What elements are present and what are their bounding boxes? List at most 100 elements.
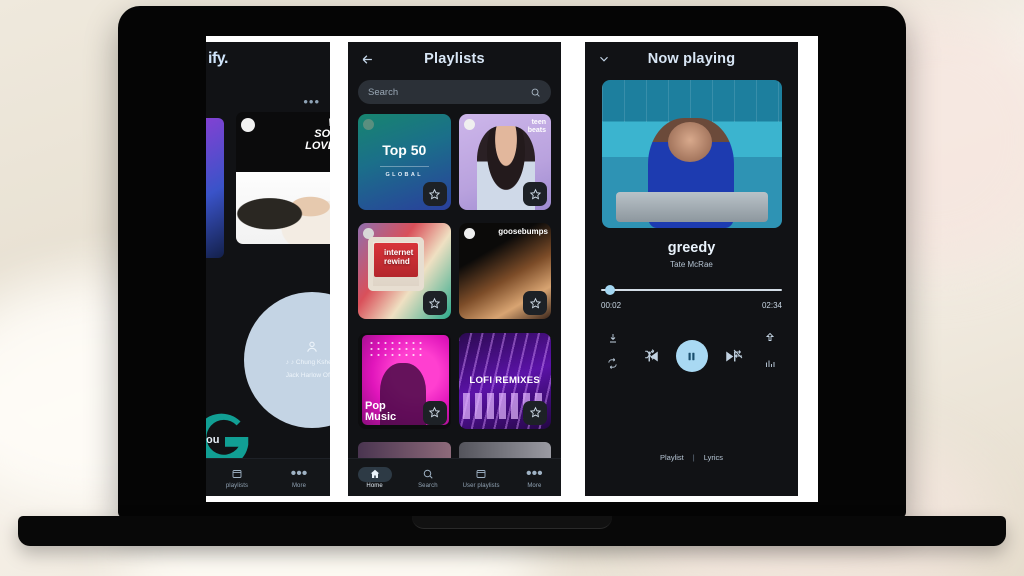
favorite-button[interactable] [422, 182, 447, 206]
playlist-card-title: Top 50 [382, 142, 427, 158]
tab-separator: | [692, 453, 695, 462]
current-time: 00:02 [601, 301, 622, 310]
playlist-card[interactable]: goosebumps [458, 223, 551, 320]
playlist-card-title: LOFI REMIXES [469, 374, 541, 386]
search-input[interactable] [368, 86, 524, 98]
nav-item-home[interactable]: Home [348, 466, 401, 489]
window-icon [469, 467, 493, 482]
favorite-button[interactable] [523, 182, 547, 206]
carousel-peek-card[interactable] [206, 118, 224, 258]
app-logo: ify. [208, 50, 228, 67]
time-row: 00:02 02:34 [601, 301, 782, 310]
star-icon [529, 406, 541, 418]
chevron-down-icon[interactable] [595, 50, 613, 68]
progress-handle[interactable] [604, 285, 615, 295]
window-icon [225, 467, 249, 482]
star-icon [529, 297, 541, 309]
share-icon[interactable] [764, 332, 776, 344]
playlist-card[interactable]: LOFI REMIXES [458, 332, 551, 429]
laptop-base [18, 516, 1006, 546]
progress-track [601, 289, 782, 291]
circular-promo-line2: Jack Harlow Offi... [285, 372, 330, 379]
bottom-navigation-playlists: Home Search User playlists ••• More [348, 458, 561, 496]
previous-icon[interactable] [645, 348, 662, 365]
favorite-button[interactable] [523, 400, 547, 425]
circular-promo-line1: ♪ ♪ Chung Kshei ♪ [285, 359, 330, 367]
featured-card[interactable]: WED SONGS LOVE SO [236, 112, 330, 244]
player-tabs: Playlist | Lyrics [585, 453, 798, 462]
divider [380, 166, 429, 167]
playlist-card-title: teen beats [527, 119, 546, 135]
nav-label: playlists [225, 482, 249, 489]
tab-playlist[interactable]: Playlist [660, 453, 684, 462]
player-controls [585, 330, 798, 386]
star-icon [428, 188, 441, 200]
nav-label: User playlists [462, 482, 500, 489]
laptop-mockup: ify. ••• WED SONGS LOVE SO [0, 0, 1024, 576]
playlist-grid: Top 50 GLOBAL teen beats internet rewind… [358, 114, 551, 434]
source-badge-icon [463, 119, 475, 130]
nav-item-playlists[interactable]: playlists [206, 467, 268, 489]
ellipsis-icon: ••• [290, 465, 308, 482]
featured-card-text: WED SONGS LOVE SO [305, 117, 330, 152]
album-artwork[interactable] [601, 80, 782, 228]
playlist-card[interactable]: internet rewind [358, 223, 451, 320]
screen-playlists: Playlists Top 50 GL [348, 42, 561, 496]
playlist-card[interactable]: Top 50 GLOBAL [358, 114, 451, 210]
nav-item-more[interactable]: ••• More [508, 465, 561, 489]
nav-item-more[interactable]: ••• More [268, 465, 330, 489]
artwork-decor [601, 80, 782, 122]
ellipsis-icon[interactable]: ••• [303, 94, 320, 109]
laptop-notch [412, 516, 612, 529]
circular-promo[interactable]: ♪ ♪ Chung Kshei ♪ Jack Harlow Offi... [244, 292, 330, 428]
arrow-left-icon[interactable] [358, 50, 376, 68]
progress-slider[interactable] [601, 285, 782, 295]
track-title: greedy [667, 240, 716, 256]
search-bar[interactable] [358, 80, 551, 104]
nav-label: Home [366, 482, 383, 489]
source-badge-icon [363, 119, 374, 130]
playlist-card-title: Pop Music [365, 399, 397, 423]
phone-frame-playlists: Playlists Top 50 GL [342, 36, 567, 502]
now-playing-header: Now playing [585, 42, 798, 76]
star-icon [428, 406, 441, 418]
play-pause-button[interactable] [675, 340, 708, 372]
playlist-card[interactable]: teen beats [458, 114, 551, 210]
featured-card-image [236, 172, 330, 244]
nav-item-search[interactable]: Search [401, 467, 454, 489]
nav-label: Search [418, 482, 438, 489]
nav-label: More [527, 482, 542, 489]
equalizer-icon[interactable] [764, 358, 776, 370]
favorite-button[interactable] [422, 400, 447, 425]
nav-item-user-playlists[interactable]: User playlists [455, 467, 508, 489]
pause-icon [688, 352, 695, 360]
search-icon [416, 467, 440, 482]
star-icon [529, 188, 541, 200]
decor-dots [368, 339, 422, 358]
bottom-navigation-home: playlists ••• More [206, 458, 330, 496]
tab-lyrics[interactable]: Lyrics [704, 453, 723, 462]
app-screens-row: ify. ••• WED SONGS LOVE SO [206, 36, 818, 502]
source-badge-icon [241, 118, 255, 132]
laptop-lid: ify. ••• WED SONGS LOVE SO [118, 6, 906, 518]
favorite-button[interactable] [422, 291, 447, 316]
laptop-screen: ify. ••• WED SONGS LOVE SO [206, 36, 818, 502]
phone-frame-now-playing: Now playing greedy Tate McRae 00:02 02:3… [579, 36, 804, 502]
track-artist: Tate McRae [670, 260, 713, 269]
playlist-card-title: internet rewind [384, 248, 414, 266]
search-icon[interactable] [530, 87, 541, 98]
phone-frame-home: ify. ••• WED SONGS LOVE SO [206, 36, 330, 502]
repeat-off-icon[interactable] [732, 348, 744, 360]
favorite-button[interactable] [523, 291, 547, 316]
playlist-card[interactable]: Pop Music [358, 332, 451, 429]
artwork-foreground [615, 192, 768, 222]
source-badge-icon [463, 228, 475, 240]
playlists-header: Playlists [348, 42, 561, 76]
total-time: 02:34 [761, 301, 782, 310]
screen-now-playing: Now playing greedy Tate McRae 00:02 02:3… [585, 42, 798, 496]
playlist-card-subtitle: GLOBAL [385, 172, 424, 178]
page-title: Now playing [647, 51, 736, 67]
page-title: Playlists [424, 51, 485, 67]
screen-home: ify. ••• WED SONGS LOVE SO [206, 42, 330, 496]
ellipsis-icon: ••• [525, 465, 543, 482]
